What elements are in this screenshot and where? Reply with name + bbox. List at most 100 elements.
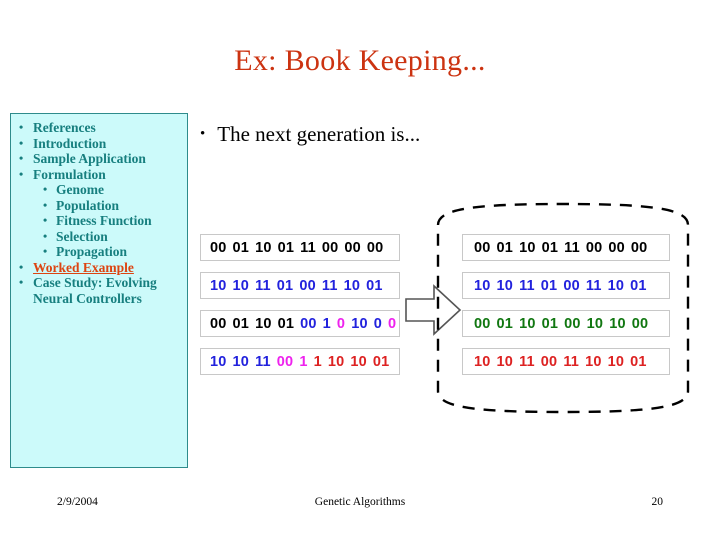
sidebar-item-selection[interactable]: • Selection [17,229,183,245]
sidebar-item-population[interactable]: • Population [17,198,183,214]
main-heading-label: The next generation is... [217,122,421,146]
sidebar-item-label: Genome [56,182,104,197]
gene-segment: 11 [255,277,271,294]
gene-segment: 01 [496,315,514,332]
page-title: Ex: Book Keeping... [234,44,486,77]
gene-segment: 00 [299,277,316,294]
slide-footer: 2/9/2004 Genetic Algorithms 20 [0,496,720,516]
sidebar-item-label: Introduction [33,135,107,151]
gene-segment: 00 [474,315,491,332]
chromosome-row: 0001100100101000 [200,310,400,337]
chromosome-row: 10 10 11 00 11 10 10 01 [200,348,400,375]
sidebar-item-case-study-evolving-neural-controllers[interactable]: • Case Study: Evolving Neural Controllers [17,275,183,306]
gene-segment: 10 [210,277,227,294]
bullet-icon: • [19,151,24,165]
bullet-icon: • [43,213,48,227]
gene-segment: 01 [630,277,647,294]
main-heading: • The next generation is... [200,122,420,147]
gene-segment: 10 [519,239,536,256]
bullet-icon: • [19,120,24,134]
gene-segment: 01 [541,315,559,332]
gene-segment: 01 [630,353,647,370]
gene-segment: 10 [343,277,361,294]
gene-segment: 11 [564,239,580,256]
gene-segment: 00 [321,239,339,256]
sidebar-item-label: Case Study: Evolving Neural Controllers [33,275,157,306]
gene-segment: 01 [277,239,295,256]
gene-segment: 10 [496,353,514,370]
sidebar-item-label: Fitness Function [56,213,152,228]
chromosome-row: 00 01 10 01 11 00 00 00 [462,234,670,261]
bullet-icon: • [43,182,48,196]
gene-segment: 10 [474,353,491,370]
gene-segment: 01 [541,239,559,256]
sidebar-item-label: Selection [56,228,108,244]
gene-segment: 11 [563,353,580,370]
sidebar-item-genome[interactable]: • Genome [17,182,183,198]
chromosome-row: 00 01 10 01 11 00 00 00 [200,234,400,261]
gene-segment: 10 [232,353,250,370]
gene-segment: 01 [232,239,250,256]
gene-segment: 10 [607,277,625,294]
gene-segment: 0 [336,315,346,332]
gene-segment: 10 [496,277,514,294]
gene-segment: 11 [321,277,338,294]
gene-segment: 10 [519,315,536,332]
gene-segment: 01 [277,315,295,332]
sidebar-item-label: References [33,120,96,135]
footer-title: Genetic Algorithms [314,496,406,508]
chromosome-row: 10 10 11 00 11 10 10 01 [462,348,670,375]
sidebar-item-label: Formulation [33,166,106,182]
gene-segment: 00 [300,315,317,332]
chromosome-row: 10 10 11 01 00 11 10 01 [200,272,400,299]
gene-segment: 10 [327,353,345,370]
sidebar-outline-panel: • References • Introduction • Sample Applicat… [10,113,188,468]
gene-segment: 00 [608,239,625,256]
sidebar-item-formulation[interactable]: • Formulation [17,167,183,183]
gene-segment: 11 [519,353,535,370]
gene-segment: 11 [255,353,271,370]
gene-segment: 10 [474,277,491,294]
sidebar-item-fitness-function[interactable]: • Fitness Function [17,213,183,229]
gene-segment: 1 [313,353,322,370]
gene-segment: 01 [540,277,558,294]
bullet-icon: • [19,275,24,289]
gene-segment: 0 [387,315,397,332]
gene-segment: 00 [474,239,491,256]
gene-segment: 10 [607,353,625,370]
gene-segment: 01 [366,277,383,294]
gene-segment: 10 [210,353,227,370]
bullet-icon: • [43,197,48,212]
next-generation-chromosome-column: 00 01 10 01 11 00 00 00 10 10 11 01 00 11 10 01 00 01 10 01… [462,234,670,386]
gene-segment: 00 [540,353,558,370]
gene-segment: 01 [372,353,390,370]
sidebar-item-introduction[interactable]: • Introduction [17,136,183,152]
gene-segment: 01 [276,277,294,294]
gene-segment: 11 [519,277,535,294]
gene-segment: 10 [609,315,626,332]
sidebar-item-label: Sample Application [33,151,146,166]
sidebar-item-worked-example[interactable]: • Worked Example [17,260,183,276]
sidebar-item-references[interactable]: • References [17,120,183,136]
gene-segment: 00 [276,353,294,370]
gene-segment: 10 [255,315,272,332]
bullet-icon: • [200,126,206,142]
gene-segment: 00 [631,315,649,332]
sidebar-item-label: Worked Example [33,259,134,275]
gene-segment: 00 [563,277,580,294]
sidebar-item-sample-application[interactable]: • Sample Application [17,151,183,167]
gene-segment: 10 [350,353,367,370]
gene-segment: 00 [344,239,361,256]
bullet-icon: • [43,228,48,243]
gene-segment: 1 [322,315,331,332]
gene-segment: 1 [299,353,308,370]
bullet-icon: • [19,259,24,274]
sidebar-item-propagation[interactable]: • Propagation [17,244,183,260]
gene-segment: 00 [210,239,227,256]
gene-segment: 10 [351,315,368,332]
gene-segment: 01 [232,315,250,332]
bullet-icon: • [19,166,24,181]
gene-segment: 10 [585,353,602,370]
gene-segment: 11 [300,239,316,256]
gene-segment: 00 [210,315,227,332]
